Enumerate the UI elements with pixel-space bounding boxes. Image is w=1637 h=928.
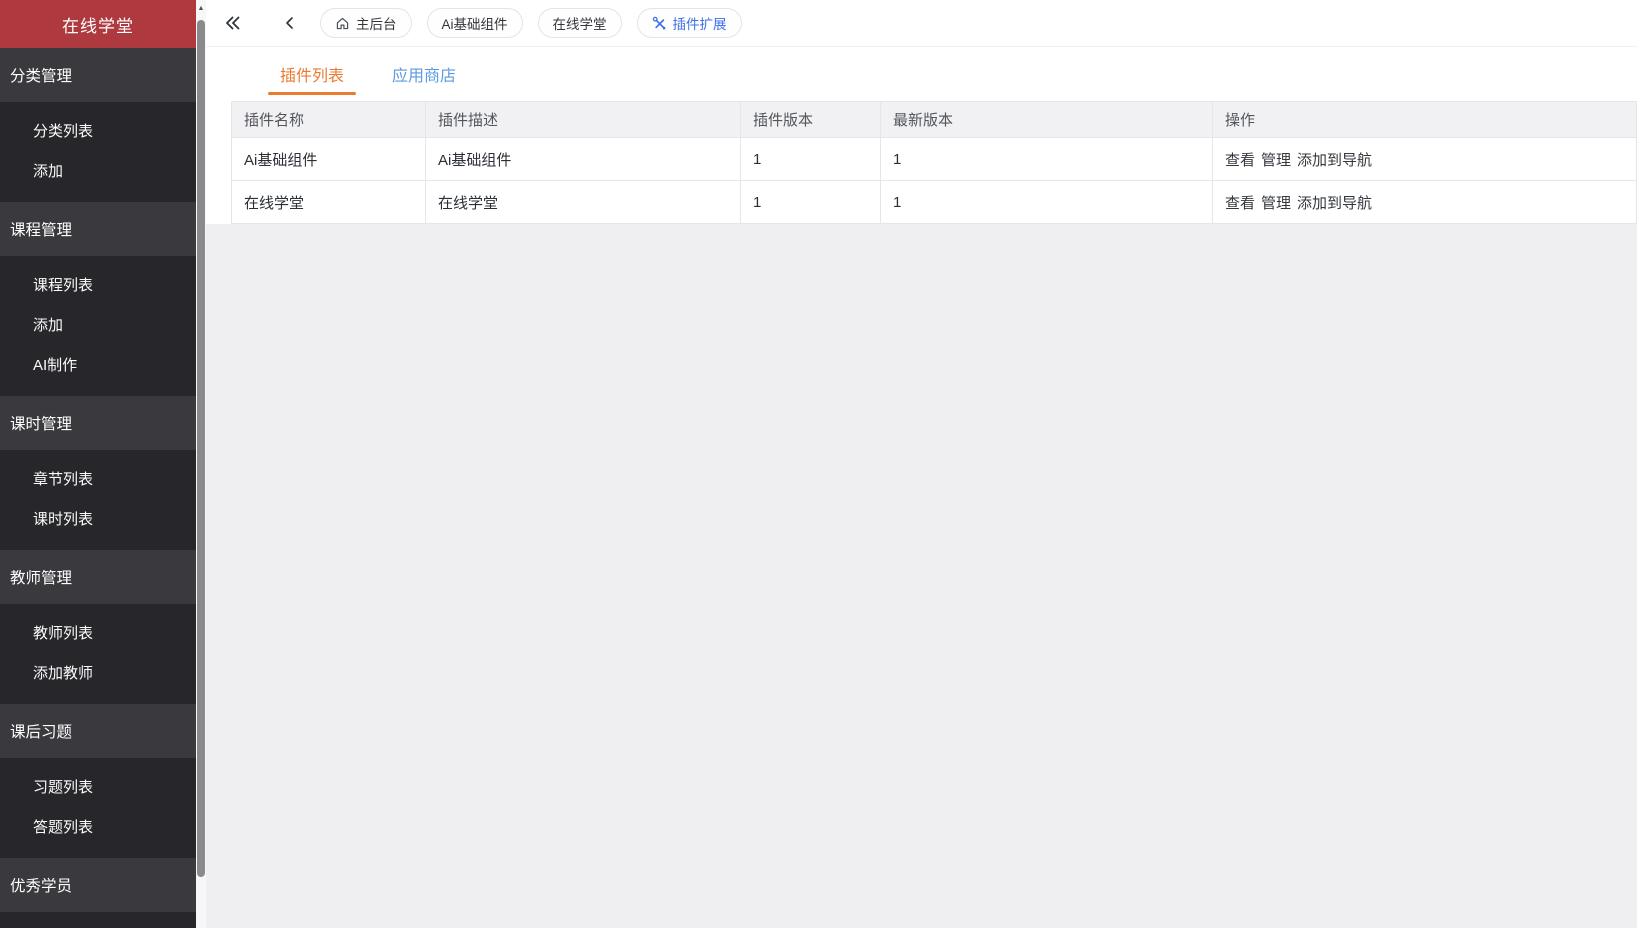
sidebar-group-1[interactable]: 课程管理 [0, 202, 196, 256]
back-icon[interactable] [282, 15, 298, 31]
column-header: 插件名称 [232, 102, 426, 138]
sidebar-group-items: 章节列表课时列表 [0, 450, 196, 550]
column-header: 操作 [1213, 102, 1637, 138]
sidebar-item[interactable]: 答题列表 [0, 808, 196, 848]
plugin-table: 插件名称插件描述插件版本最新版本操作 Ai基础组件Ai基础组件11查看管理添加到… [231, 101, 1637, 224]
content-background [206, 224, 1637, 928]
sidebar-scrollbar-thumb[interactable] [197, 20, 205, 877]
sidebar-item[interactable]: 章节列表 [0, 460, 196, 500]
sidebar-item[interactable]: 习题列表 [0, 768, 196, 808]
main-area: 主后台Ai基础组件在线学堂插件扩展 插件列表应用商店 插件名称插件描述插件版本最… [206, 0, 1637, 928]
breadcrumb-pill[interactable]: 插件扩展 [637, 8, 742, 38]
sidebar: 在线学堂 分类管理分类列表添加课程管理课程列表添加AI制作课时管理章节列表课时列… [0, 0, 196, 928]
action-link[interactable]: 添加到导航 [1297, 195, 1372, 212]
sidebar-item[interactable]: 教师列表 [0, 614, 196, 654]
cell-name: Ai基础组件 [232, 138, 426, 181]
tab-应用商店[interactable]: 应用商店 [382, 47, 466, 101]
scrollbar-up-arrow-icon[interactable]: ▲ [196, 4, 206, 14]
tab-bar: 插件列表应用商店 [206, 47, 1637, 101]
sidebar-group-4[interactable]: 课后习题 [0, 704, 196, 758]
sidebar-group-items: 习题列表答题列表 [0, 758, 196, 858]
breadcrumb-label: 在线学堂 [553, 13, 607, 33]
cell-desc: 在线学堂 [426, 181, 741, 224]
sidebar-item[interactable]: 课时列表 [0, 500, 196, 540]
action-link[interactable]: 管理 [1261, 195, 1291, 212]
sidebar-scrollbar[interactable]: ▲ [196, 0, 206, 928]
breadcrumb: 主后台 Ai基础组件 在线学堂 插件扩展 [320, 8, 742, 38]
cell-version: 1 [741, 138, 881, 181]
collapse-sidebar-icon[interactable] [222, 13, 242, 33]
sidebar-item[interactable]: 课程列表 [0, 266, 196, 306]
cell-latest: 1 [881, 138, 1213, 181]
sidebar-group-items: 教师列表添加教师 [0, 604, 196, 704]
plugin-icon [652, 16, 667, 31]
sidebar-group-items: 课程列表添加AI制作 [0, 256, 196, 396]
breadcrumb-pill[interactable]: Ai基础组件 [427, 8, 523, 38]
breadcrumb-label: Ai基础组件 [442, 13, 508, 33]
action-link[interactable]: 管理 [1261, 152, 1291, 169]
action-link[interactable]: 查看 [1225, 152, 1255, 169]
cell-actions: 查看管理添加到导航 [1213, 181, 1637, 224]
sidebar-item[interactable]: 分类列表 [0, 112, 196, 152]
sidebar-group-items: 分类列表添加 [0, 102, 196, 202]
breadcrumb-label: 主后台 [356, 13, 397, 33]
topbar: 主后台 Ai基础组件 在线学堂 插件扩展 [206, 0, 1637, 47]
cell-name: 在线学堂 [232, 181, 426, 224]
column-header: 最新版本 [881, 102, 1213, 138]
table-row: 在线学堂在线学堂11查看管理添加到导航 [232, 181, 1637, 224]
action-link[interactable]: 添加到导航 [1297, 152, 1372, 169]
tab-插件列表[interactable]: 插件列表 [270, 47, 354, 101]
breadcrumb-label: 插件扩展 [673, 13, 727, 33]
sidebar-app-title: 在线学堂 [0, 0, 196, 48]
breadcrumb-pill[interactable]: 在线学堂 [538, 8, 622, 38]
sidebar-group-2[interactable]: 课时管理 [0, 396, 196, 450]
sidebar-item[interactable]: AI制作 [0, 346, 196, 386]
sidebar-group-5[interactable]: 优秀学员 [0, 858, 196, 912]
content-panel: 插件列表应用商店 插件名称插件描述插件版本最新版本操作 Ai基础组件Ai基础组件… [206, 47, 1637, 224]
sidebar-item[interactable]: 添加 [0, 152, 196, 192]
sidebar-item[interactable]: 添加教师 [0, 654, 196, 694]
cell-latest: 1 [881, 181, 1213, 224]
sidebar-group-0[interactable]: 分类管理 [0, 48, 196, 102]
cell-actions: 查看管理添加到导航 [1213, 138, 1637, 181]
home-icon [335, 16, 350, 31]
cell-version: 1 [741, 181, 881, 224]
cell-desc: Ai基础组件 [426, 138, 741, 181]
table-row: Ai基础组件Ai基础组件11查看管理添加到导航 [232, 138, 1637, 181]
sidebar-item[interactable]: 添加 [0, 306, 196, 346]
sidebar-groups: 分类管理分类列表添加课程管理课程列表添加AI制作课时管理章节列表课时列表教师管理… [0, 48, 196, 912]
column-header: 插件版本 [741, 102, 881, 138]
sidebar-group-3[interactable]: 教师管理 [0, 550, 196, 604]
action-link[interactable]: 查看 [1225, 195, 1255, 212]
column-header: 插件描述 [426, 102, 741, 138]
breadcrumb-pill[interactable]: 主后台 [320, 8, 412, 38]
